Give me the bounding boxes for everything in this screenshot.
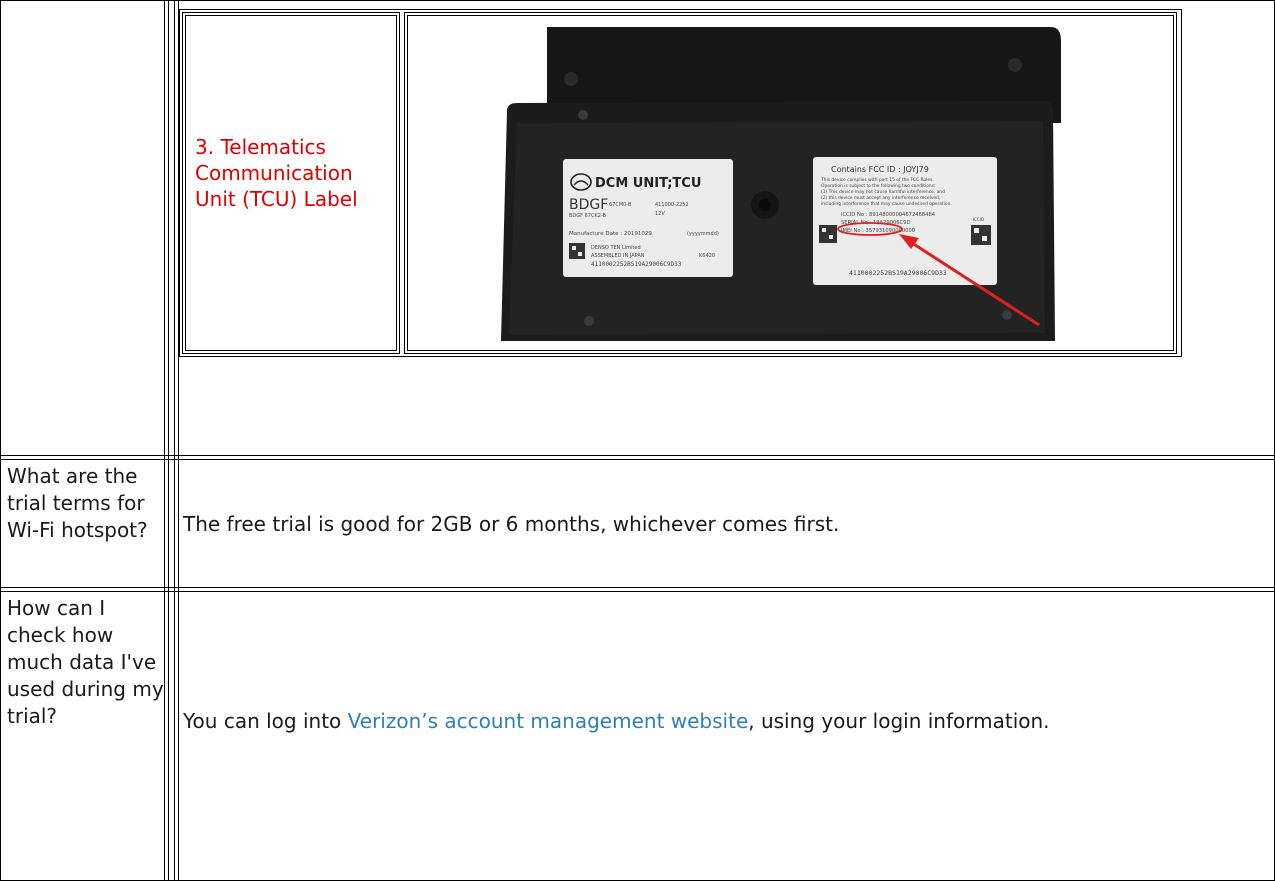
mount-hole <box>1002 310 1012 320</box>
qr-code-icon <box>819 225 837 243</box>
svg-text:ICCID No : 8914800000467246848: ICCID No : 89148000004672468484 <box>841 212 936 218</box>
answer-text: You can log into <box>183 709 348 733</box>
qr-code-icon <box>569 243 585 259</box>
svg-text:Contains FCC ID : JOYJ79: Contains FCC ID : JOYJ79 <box>831 165 929 174</box>
svg-text:(2) this device must accept an: (2) this device must accept any interfer… <box>821 195 940 201</box>
answer-text: , using your login information. <box>748 709 1050 733</box>
svg-text:411000-2252: 411000-2252 <box>655 202 689 208</box>
dcm-unit-label: DCM UNIT;TCU BDGF 67CM0-B 411000-2252 BD… <box>563 159 733 277</box>
svg-text:K6420: K6420 <box>699 253 715 259</box>
svg-text:Operation is subject to the fo: Operation is subject to the following tw… <box>821 183 935 189</box>
svg-text:12V: 12V <box>655 211 665 217</box>
svg-text:BDGF: BDGF <box>569 197 608 213</box>
svg-text:ASSEMBLED IN JAPAN: ASSEMBLED IN JAPAN <box>591 253 645 259</box>
svg-text:4110002252BS19A29006C9D33: 4110002252BS19A29006C9D33 <box>591 261 682 268</box>
table-divider <box>1 459 1274 460</box>
table-divider <box>1 455 1274 456</box>
table-divider <box>164 1 165 880</box>
faq-answer: The free trial is good for 2GB or 6 mont… <box>183 512 840 536</box>
svg-text:Manufacture Date : 20191029: Manufacture Date : 20191029 <box>569 231 652 237</box>
svg-text:ICCID: ICCID <box>973 217 984 222</box>
svg-text:(yyyymmdd): (yyyymmdd) <box>687 231 719 237</box>
svg-text:This device complies with part: This device complies with part 15 of the… <box>820 177 934 183</box>
dcm-unit-title: DCM UNIT;TCU <box>595 176 701 191</box>
faq-question: What are the trial terms for Wi-Fi hotsp… <box>7 464 148 542</box>
tcu-label-cell: 3. Telematics Communication Unit (TCU) L… <box>182 12 400 354</box>
verizon-account-link[interactable]: Verizon’s account management website <box>348 709 749 733</box>
tcu-photo-cell: DCM UNIT;TCU BDGF 67CM0-B 411000-2252 BD… <box>404 12 1177 354</box>
faq-table: 3. Telematics Communication Unit (TCU) L… <box>0 0 1275 881</box>
tcu-label-title: 3. Telematics Communication Unit (TCU) L… <box>195 135 358 211</box>
svg-text:(1) This device may not cause: (1) This device may not cause harmful in… <box>821 189 945 195</box>
svg-text:including interference that ma: including interference that may cause un… <box>821 201 952 207</box>
tcu-device-photo: DCM UNIT;TCU BDGF 67CM0-B 411000-2252 BD… <box>501 27 1061 341</box>
tcu-label-table: 3. Telematics Communication Unit (TCU) L… <box>179 9 1182 357</box>
connector-port-center <box>759 199 771 211</box>
mount-hole <box>584 316 594 326</box>
mount-hole <box>564 72 578 86</box>
faq-answer: You can log into Verizon’s account manag… <box>183 708 1263 735</box>
table-divider <box>174 1 175 880</box>
table-divider <box>1 591 1274 592</box>
faq-question: How can I check how much data I've used … <box>7 596 164 728</box>
svg-text:67CM0-B: 67CM0-B <box>609 202 632 208</box>
table-divider <box>1 587 1274 588</box>
svg-text:4110002252BS19A29006C9D33: 4110002252BS19A29006C9D33 <box>849 269 947 277</box>
svg-text:DENSO TEN Limited: DENSO TEN Limited <box>591 245 641 251</box>
table-divider <box>168 1 169 880</box>
mount-hole <box>1008 58 1022 72</box>
mount-hole <box>578 110 588 120</box>
svg-text:BDGF 67CK2-B: BDGF 67CK2-B <box>569 213 607 219</box>
